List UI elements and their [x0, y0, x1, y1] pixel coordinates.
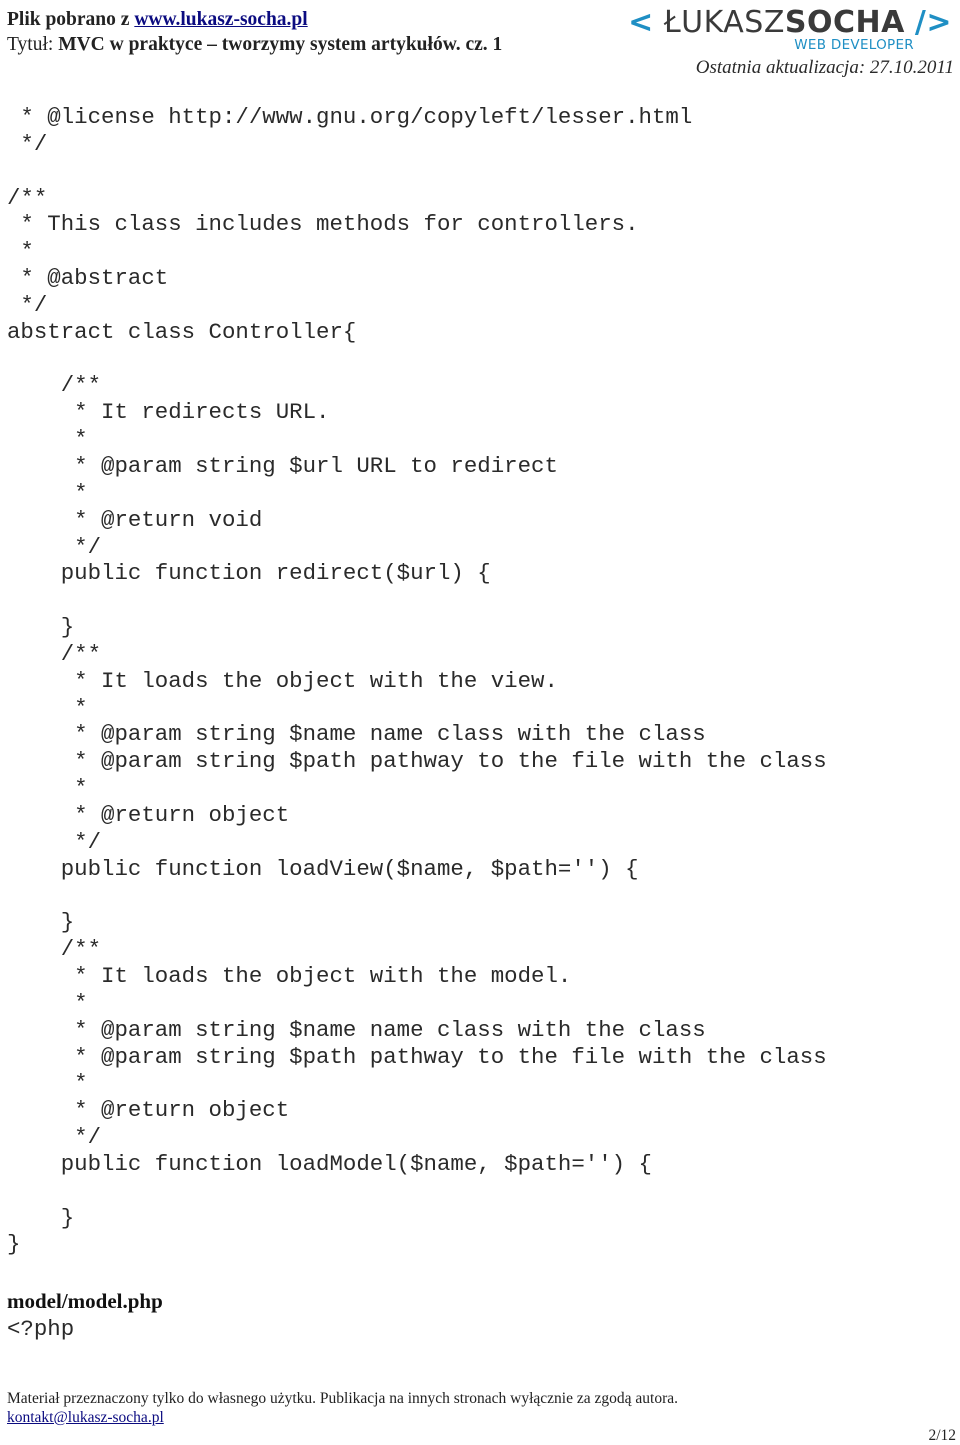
- logo-first-name: ŁUKASZ: [663, 5, 785, 40]
- footer-note: Materiał przeznaczony tylko do własnego …: [7, 1390, 678, 1407]
- code-line: * It loads the object with the model.: [7, 963, 572, 989]
- code-line: public function redirect($url) {: [7, 560, 491, 587]
- php-open-tag: <?php: [7, 1316, 75, 1342]
- code-line: *: [7, 775, 88, 802]
- code-line: */: [7, 1124, 102, 1151]
- code-line: }: [7, 1231, 21, 1258]
- download-source: Plik pobrano z www.lukasz-socha.pl: [7, 9, 308, 31]
- code-line: }: [7, 1204, 75, 1231]
- code-line: * @license http://www.gnu.org/copyleft/l…: [7, 104, 693, 130]
- download-prefix: Plik pobrano z: [7, 9, 135, 30]
- file-heading: model/model.php: [7, 1289, 163, 1313]
- code-line: abstract class Controller{: [7, 318, 357, 345]
- code-line: * @return object: [7, 801, 290, 828]
- code-line: * @return void: [7, 506, 263, 533]
- code-line: * @param string $path pathway to the fil…: [7, 748, 827, 775]
- code-line: */: [7, 828, 102, 855]
- code-line: * @abstract: [7, 265, 169, 292]
- logo-last-name: SOCHA: [784, 5, 905, 40]
- code-line: * This class includes methods for contro…: [7, 211, 639, 238]
- code-line: /**: [7, 936, 102, 963]
- code-line: * @param string $name name class with th…: [7, 1016, 706, 1043]
- title-label: Tytuł:: [7, 34, 59, 55]
- code-line: *: [7, 479, 88, 506]
- title-value: MVC w praktyce – tworzymy system artykuł…: [58, 34, 503, 55]
- contact-email-link[interactable]: kontakt@lukasz-socha.pl: [7, 1409, 164, 1427]
- code-line: * It redirects URL.: [7, 399, 330, 426]
- logo-open-bracket-icon: <: [628, 5, 654, 40]
- logo-subtitle: WEB DEVELOPER: [794, 37, 914, 53]
- code-line: *: [7, 426, 88, 453]
- code-line: }: [7, 909, 75, 936]
- logo: < ŁUKASZSOCHA /> WEB DEVELOPER: [628, 6, 952, 56]
- code-line: /**: [7, 184, 48, 211]
- code-listing: * @license http://www.gnu.org/copyleft/l…: [7, 104, 827, 1258]
- code-line: *: [7, 238, 34, 265]
- code-line: */: [7, 130, 48, 157]
- last-updated: Ostatnia aktualizacja: 27.10.2011: [695, 57, 954, 78]
- code-line: * @param string $path pathway to the fil…: [7, 1043, 827, 1070]
- code-line: * @param string $url URL to redirect: [7, 452, 558, 479]
- code-line: * @param string $name name class with th…: [7, 721, 706, 748]
- code-line: *: [7, 1070, 88, 1097]
- code-line: public function loadModel($name, $path='…: [7, 1150, 652, 1177]
- document-title: Tytuł: MVC w praktyce – tworzymy system …: [7, 34, 502, 56]
- code-line: *: [7, 694, 88, 721]
- logo-close-bracket-icon: />: [914, 5, 952, 40]
- code-line: /**: [7, 372, 102, 399]
- code-line: public function loadView($name, $path=''…: [7, 855, 639, 882]
- code-line: */: [7, 533, 102, 560]
- code-line: *: [7, 989, 88, 1016]
- code-line: * @return object: [7, 1097, 290, 1124]
- page-number: 2/12: [928, 1427, 956, 1444]
- logo-wordmark: < ŁUKASZSOCHA />: [628, 6, 952, 40]
- code-line: }: [7, 614, 75, 641]
- site-link[interactable]: www.lukasz-socha.pl: [134, 9, 307, 30]
- code-line: * It loads the object with the view.: [7, 667, 558, 694]
- code-line: /**: [7, 640, 102, 667]
- code-line: */: [7, 291, 48, 318]
